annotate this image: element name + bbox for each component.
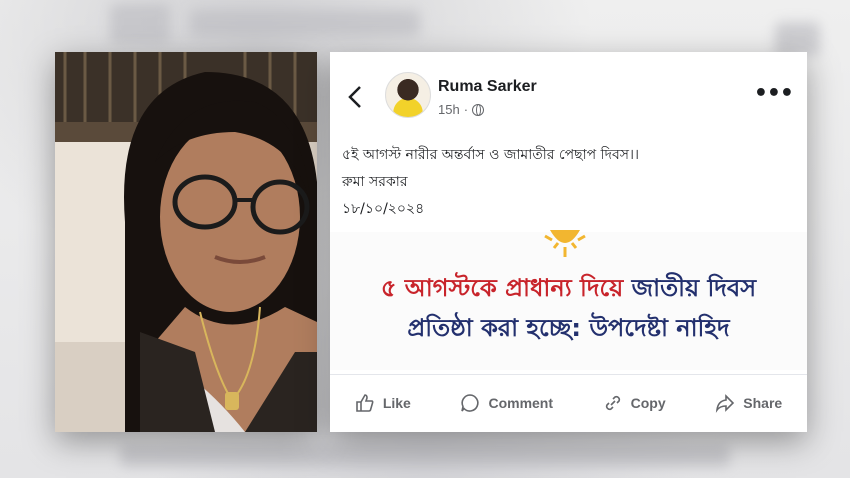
comment-label: Comment bbox=[488, 395, 554, 411]
share-icon bbox=[716, 394, 735, 413]
sun-icon bbox=[544, 230, 586, 257]
like-icon bbox=[356, 394, 374, 412]
facebook-post-card: Ruma Sarker 15h · ••• ৫ই আগস্ট নারীর অন্… bbox=[330, 52, 807, 432]
globe-icon bbox=[472, 103, 485, 116]
post-text-line: ৫ই আগস্ট নারীর অন্তর্বাস ও জামাতীর পেছাপ… bbox=[342, 147, 640, 163]
like-button[interactable]: Like bbox=[355, 393, 411, 413]
blurred-right-tag bbox=[775, 22, 820, 56]
headline-text: ৫ আগস্টকে প্রাধান্য দিয়ে জাতীয় দিবস প্… bbox=[330, 268, 807, 348]
back-icon[interactable] bbox=[348, 85, 362, 109]
post-header: Ruma Sarker 15h · ••• bbox=[330, 52, 807, 134]
meta-separator: · bbox=[463, 102, 469, 117]
share-label: Share bbox=[743, 395, 783, 411]
blurred-top-strip bbox=[190, 10, 420, 36]
comment-button[interactable]: Comment bbox=[460, 393, 553, 413]
copy-icon bbox=[605, 395, 620, 411]
profile-photo bbox=[55, 52, 317, 432]
blurred-bottom-strip bbox=[120, 445, 730, 467]
post-meta: 15h · bbox=[438, 102, 485, 117]
post-text: ৫ই আগস্ট নারীর অন্তর্বাস ও জামাতীর পেছাপ… bbox=[342, 142, 639, 223]
author-name[interactable]: Ruma Sarker bbox=[438, 78, 537, 96]
copy-label: Copy bbox=[630, 395, 666, 411]
headline-red: ৫ আগস্টকে প্রাধান্য দিয়ে bbox=[380, 274, 624, 302]
headline-blue: জাতীয় দিবস bbox=[631, 274, 757, 302]
post-actions: Like Comment Copy Share bbox=[330, 374, 807, 431]
shared-image-headline[interactable]: ৫ আগস্টকে প্রাধান্য দিয়ে জাতীয় দিবস প্… bbox=[330, 230, 807, 370]
comment-icon bbox=[461, 394, 479, 412]
blurred-top-avatar bbox=[110, 4, 170, 44]
avatar[interactable] bbox=[385, 72, 431, 118]
copy-button[interactable]: Copy bbox=[603, 393, 666, 413]
post-text-line: রুমা সরকার bbox=[342, 174, 408, 190]
post-time[interactable]: 15h bbox=[438, 102, 460, 117]
more-icon[interactable]: ••• bbox=[754, 83, 794, 105]
share-button[interactable]: Share bbox=[715, 393, 782, 413]
post-text-line: ১৮/১০/২০২৪ bbox=[342, 201, 425, 217]
like-label: Like bbox=[382, 395, 411, 411]
headline-line2: প্রতিষ্ঠা করা হচ্ছে: উপদেষ্টা নাহিদ bbox=[407, 314, 730, 342]
